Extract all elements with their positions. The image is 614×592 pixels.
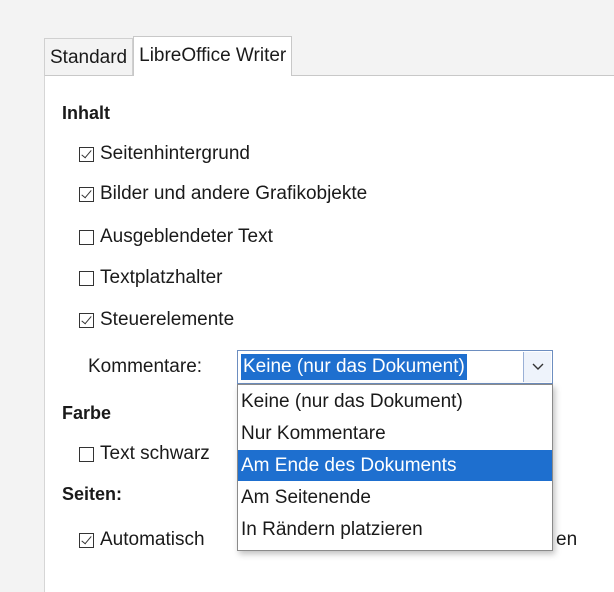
kommentare-combobox[interactable]: Keine (nur das Dokument) [237, 350, 553, 384]
checkbox-text-schwarz[interactable]: Text schwarz [79, 440, 210, 468]
checkbox-textplatzhalter[interactable]: Textplatzhalter [79, 264, 223, 292]
checkbox-label: Ausgeblendeter Text [100, 226, 273, 247]
section-heading-seiten: Seiten: [62, 484, 123, 504]
kommentare-label: Kommentare: [88, 356, 203, 377]
kommentare-selected-value: Keine (nur das Dokument) [241, 354, 467, 380]
dropdown-option[interactable]: Nur Kommentare [238, 418, 552, 449]
tab-libreoffice-writer[interactable]: LibreOffice Writer [133, 36, 293, 76]
checkbox-box[interactable] [79, 229, 94, 245]
checkbox-label: Steuerelemente [100, 309, 235, 330]
kommentare-dropdown-list[interactable]: Keine (nur das Dokument) Nur Kommentare … [237, 384, 553, 551]
tab-standard[interactable]: Standard [44, 38, 134, 76]
checkbox-steuerelemente[interactable]: Steuerelemente [79, 306, 234, 334]
checkbox-label: Seitenhintergrund [100, 143, 250, 164]
checkbox-ausgeblendeter-text[interactable]: Ausgeblendeter Text [79, 223, 273, 251]
dropdown-option[interactable]: Keine (nur das Dokument) [238, 386, 552, 417]
section-heading-farbe: Farbe [62, 403, 112, 423]
dropdown-option[interactable]: Am Seitenende [238, 482, 552, 513]
checkbox-automatisch[interactable]: Automatisch [79, 526, 205, 554]
checkbox-box[interactable] [79, 146, 94, 162]
tab-bar: Standard LibreOffice Writer [44, 36, 293, 76]
checkbox-box[interactable] [79, 446, 94, 462]
dropdown-option-highlighted[interactable]: Am Ende des Dokuments [238, 450, 552, 481]
dropdown-option[interactable]: In Rändern platzieren [238, 514, 552, 545]
checkbox-label: Bilder und andere Grafikobjekte [100, 183, 368, 204]
checkbox-label-end: en [556, 529, 578, 550]
checkbox-bilder[interactable]: Bilder und andere Grafikobjekte [79, 180, 367, 208]
section-heading-inhalt: Inhalt [62, 103, 110, 123]
chevron-down-icon[interactable] [523, 352, 551, 382]
checkbox-label: Text schwarz [100, 443, 210, 464]
checkbox-label-tail: en [556, 526, 577, 554]
checkbox-seitenhintergrund[interactable]: Seitenhintergrund [79, 140, 250, 168]
checkbox-box[interactable] [79, 186, 94, 202]
checkbox-box[interactable] [79, 312, 94, 328]
checkbox-box[interactable] [79, 270, 94, 286]
checkbox-box[interactable] [79, 532, 94, 548]
checkbox-label: Automatisch [100, 529, 205, 550]
checkbox-label: Textplatzhalter [100, 267, 223, 288]
